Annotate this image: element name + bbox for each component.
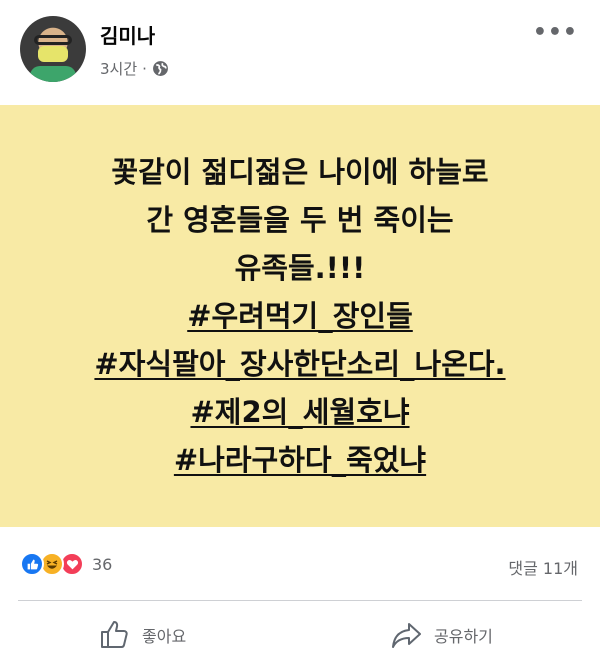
avatar-glasses — [34, 35, 72, 45]
card-line: 유족들.!!! — [234, 251, 366, 285]
share-button[interactable]: 공유하기 — [390, 618, 493, 652]
avatar[interactable] — [20, 16, 86, 82]
post-meta: 3시간 · — [100, 58, 169, 79]
author-name[interactable]: 김미나 — [100, 20, 155, 49]
like-button[interactable]: 좋아요 — [98, 618, 186, 652]
card-line: 꽃같이 젊디젊은 나이에 하늘로 — [111, 155, 489, 189]
avatar-shirt — [30, 66, 76, 82]
post-stats: 36 댓글 11개 — [0, 540, 600, 590]
action-bar: 좋아요 공유하기 — [0, 612, 600, 662]
hashtag-link[interactable]: #자식팔아_장사한단소리_나온다. — [94, 340, 505, 388]
share-label: 공유하기 — [434, 627, 493, 646]
reactions-summary[interactable]: 36 — [20, 552, 112, 576]
thumbs-up-icon — [101, 621, 128, 648]
post-header: 김미나 3시간 · ••• — [0, 0, 600, 105]
hashtag-link[interactable]: #나라구하다_죽었냐 — [174, 436, 426, 484]
avatar-mask — [38, 46, 68, 62]
hashtag-link[interactable]: #제2의_세월호냐 — [190, 388, 409, 436]
reaction-count: 36 — [92, 554, 113, 574]
share-icon — [392, 623, 421, 648]
post-time[interactable]: 3시간 — [100, 58, 137, 79]
post-text-card: 꽃같이 젊디젊은 나이에 하늘로 간 영혼들을 두 번 죽이는 유족들.!!! … — [0, 105, 600, 527]
divider — [18, 600, 582, 601]
card-line: 간 영혼들을 두 번 죽이는 — [146, 203, 454, 237]
comment-count-link[interactable]: 댓글 11개 — [508, 555, 578, 579]
like-icon — [20, 552, 44, 576]
more-options-icon[interactable]: ••• — [533, 20, 578, 45]
globe-icon[interactable] — [152, 60, 169, 77]
like-label: 좋아요 — [142, 627, 187, 646]
meta-separator: · — [142, 59, 147, 78]
hashtag-link[interactable]: #우려먹기_장인들 — [187, 292, 413, 340]
